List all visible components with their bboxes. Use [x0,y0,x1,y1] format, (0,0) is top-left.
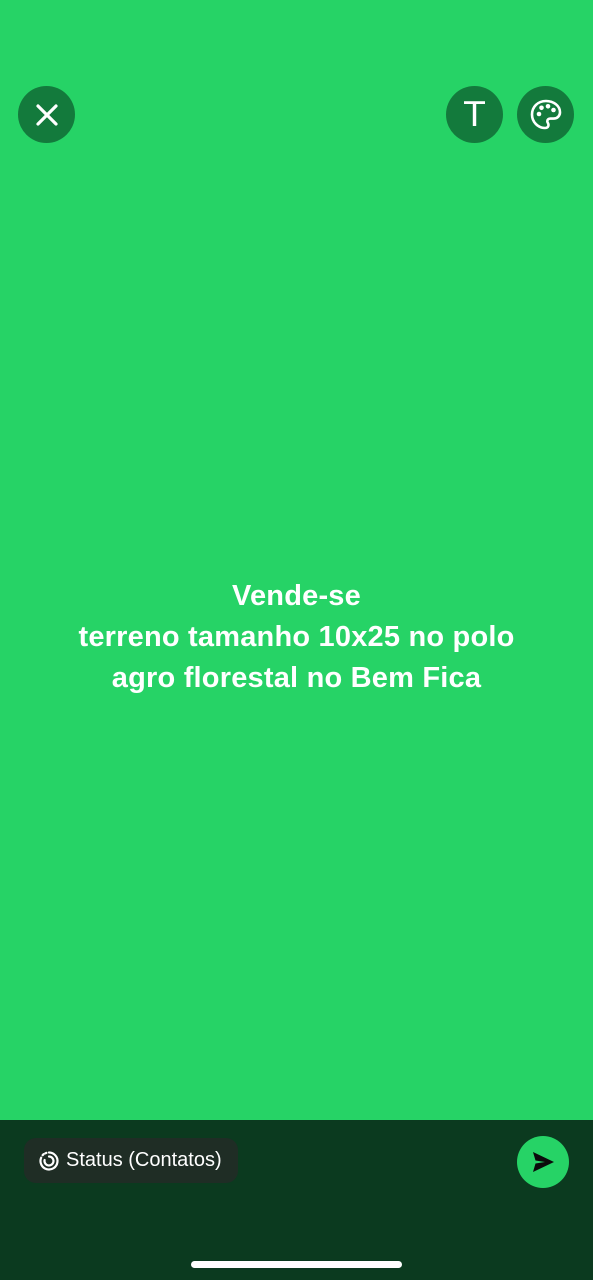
home-indicator[interactable] [191,1261,402,1268]
close-icon [35,103,58,126]
status-text-line: terreno tamanho 10x25 no polo [78,621,515,653]
status-text[interactable]: Vende-se terreno tamanho 10x25 no polo a… [0,576,593,699]
audience-label: Status (Contatos) [66,1149,222,1171]
close-button[interactable] [18,86,75,143]
send-button[interactable] [517,1136,569,1188]
status-text-line: Vende-se [232,580,361,612]
status-text-line: agro florestal no Bem Fica [111,662,482,694]
text-tool-button[interactable]: T [446,86,503,143]
bottom-bar: Status (Contatos) [0,1120,593,1280]
status-canvas[interactable]: T Vende-se terreno tamanho 10x25 no polo… [0,0,593,1120]
palette-icon [530,99,561,129]
send-icon [533,1152,554,1172]
status-ring-icon [39,1150,59,1171]
color-palette-button[interactable] [517,86,574,143]
audience-selector-button[interactable]: Status (Contatos) [24,1138,238,1183]
text-tool-icon: T [464,94,485,135]
